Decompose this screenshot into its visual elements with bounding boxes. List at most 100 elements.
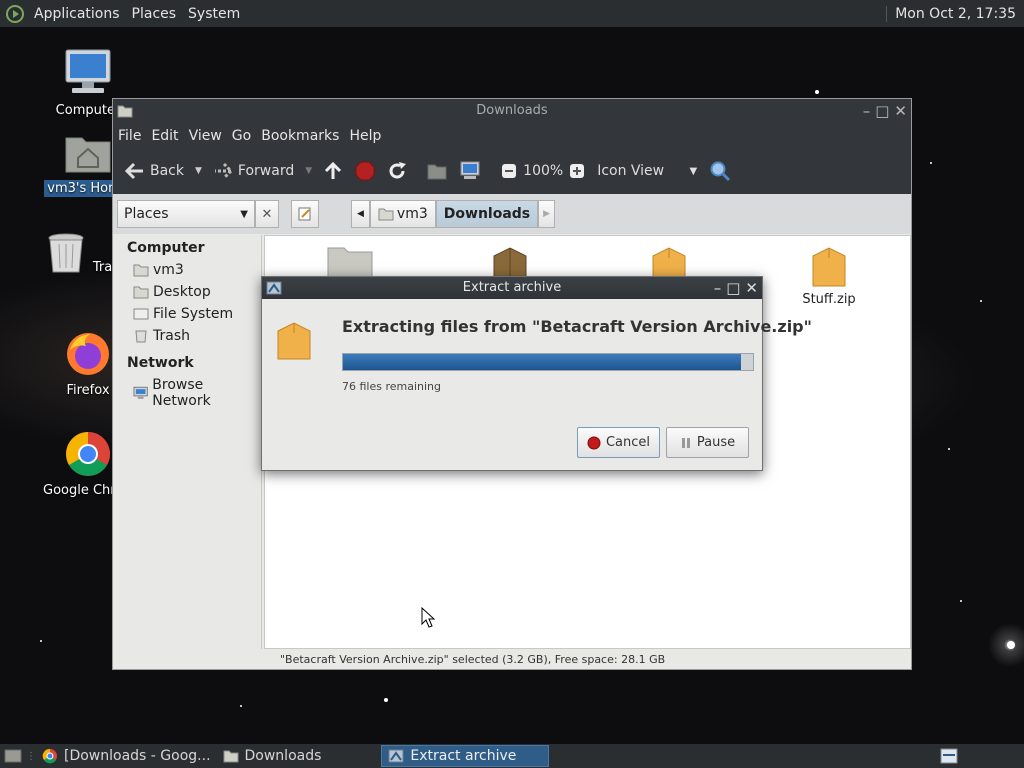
forward-label: Forward <box>237 163 295 179</box>
stop-icon <box>355 161 375 181</box>
cancel-button[interactable]: Cancel <box>577 427 660 458</box>
forward-button[interactable]: Forward <box>207 155 300 187</box>
trash-icon <box>135 330 147 343</box>
toolbar: Back ▼ Forward ▼ 100% Icon View ▼ <box>113 148 911 194</box>
status-bar: "Betacraft Version Archive.zip" selected… <box>280 653 666 666</box>
distro-logo-icon[interactable] <box>6 4 24 23</box>
zoom-out-button[interactable] <box>495 155 523 187</box>
taskbar-item-downloads[interactable]: Downloads <box>217 745 328 767</box>
sidebar-heading-network: Network <box>127 355 194 371</box>
sidebar-item-vm3[interactable]: vm3 <box>113 259 261 281</box>
desktop-folder-icon <box>133 286 149 299</box>
window-title: Downloads <box>476 103 548 118</box>
taskbar-item-label: [Downloads - Goog... <box>64 748 211 764</box>
menu-go[interactable]: Go <box>227 128 256 144</box>
system-menu[interactable]: System <box>182 6 246 22</box>
dialog-titlebar[interactable]: Extract archive – □ ✕ <box>262 277 762 299</box>
firefox-icon <box>67 333 109 375</box>
close-sidebar-button[interactable]: ✕ <box>255 200 279 228</box>
back-label: Back <box>150 163 184 179</box>
chevron-down-icon: ▼ <box>240 208 248 220</box>
home-folder-icon <box>378 208 394 221</box>
dialog-heading: Extracting files from "Betacraft Version… <box>342 317 812 336</box>
reload-button[interactable] <box>381 155 413 187</box>
taskbar-item-chrome[interactable]: [Downloads - Goog... <box>36 745 217 767</box>
window-titlebar[interactable]: Downloads – □ ✕ <box>113 99 911 124</box>
sidebar-item-file-system[interactable]: File System <box>113 303 261 325</box>
up-button[interactable] <box>317 155 349 187</box>
home-button[interactable] <box>421 155 453 187</box>
reload-icon <box>389 162 407 179</box>
workspace-switcher[interactable] <box>934 745 964 767</box>
breadcrumb-item-downloads[interactable]: Downloads <box>435 200 539 228</box>
computer-button[interactable] <box>453 155 487 187</box>
sidebar-item-desktop[interactable]: Desktop <box>113 281 261 303</box>
back-arrow-icon <box>125 162 143 180</box>
top-panel: Applications Places System Mon Oct 2, 17… <box>0 0 1024 27</box>
pause-button[interactable]: Pause <box>666 427 749 458</box>
workspace-icon <box>940 748 958 764</box>
breadcrumb: ◀ vm3 Downloads ▶ <box>351 200 556 228</box>
maximize-icon[interactable]: □ <box>875 99 889 123</box>
minimize-icon[interactable]: – <box>714 277 722 299</box>
back-button[interactable]: Back <box>119 155 190 187</box>
clock[interactable]: Mon Oct 2, 17:35 <box>886 5 1024 22</box>
folder-icon <box>327 247 373 281</box>
forward-history-dropdown[interactable]: ▼ <box>300 166 317 176</box>
breadcrumb-item-vm3[interactable]: vm3 <box>369 200 436 228</box>
sidebar-item-label: Trash <box>153 328 190 344</box>
places-menu[interactable]: Places <box>126 6 183 22</box>
show-desktop-icon <box>4 749 22 763</box>
extract-dialog: Extract archive – □ ✕ Extracting files f… <box>261 276 812 471</box>
menu-bookmarks[interactable]: Bookmarks <box>256 128 344 144</box>
pause-label: Pause <box>696 435 736 450</box>
sidebar-mode-label: Places <box>124 206 169 222</box>
edit-location-icon <box>298 207 311 221</box>
drive-icon <box>133 308 149 320</box>
breadcrumb-label: Downloads <box>443 206 531 222</box>
chrome-icon <box>42 748 57 764</box>
trash-icon <box>48 233 84 273</box>
sidebar-item-label: Desktop <box>153 284 211 300</box>
back-history-dropdown[interactable]: ▼ <box>190 166 207 176</box>
sidebar-item-label: File System <box>153 306 234 322</box>
show-desktop-button[interactable] <box>0 745 26 767</box>
taskbar-item-extract-archive[interactable]: Extract archive <box>381 745 550 767</box>
sidebar-mode-select[interactable]: Places ▼ <box>117 200 255 228</box>
home-folder-icon <box>65 137 111 173</box>
folder-icon <box>117 105 133 118</box>
applications-menu[interactable]: Applications <box>28 6 126 22</box>
menu-edit[interactable]: Edit <box>146 128 183 144</box>
sidebar-item-trash[interactable]: Trash <box>113 325 261 347</box>
archive-icon <box>277 322 311 360</box>
taskbar-separator: ⋮ <box>26 750 36 762</box>
menu-help[interactable]: Help <box>344 128 386 144</box>
pause-icon <box>681 437 690 448</box>
breadcrumb-left-arrow[interactable]: ◀ <box>351 200 370 228</box>
search-button[interactable] <box>703 155 737 187</box>
chevron-down-icon: ▼ <box>689 165 698 177</box>
zoom-in-button[interactable] <box>563 155 591 187</box>
location-bar: Places ▼ ✕ ◀ vm3 Downloads ▶ <box>113 194 911 234</box>
breadcrumb-right-arrow[interactable]: ▶ <box>538 200 556 228</box>
location-edit-button[interactable] <box>291 200 319 228</box>
up-arrow-icon <box>325 161 342 179</box>
home-folder-icon <box>133 264 149 277</box>
sidebar-item-browse-network[interactable]: Browse Network <box>113 374 261 412</box>
stop-button[interactable] <box>349 155 381 187</box>
network-icon <box>133 386 148 399</box>
file-name: Stuff.zip <box>802 292 856 307</box>
view-mode-select[interactable]: Icon View ▼ <box>591 155 703 187</box>
menu-file[interactable]: File <box>113 128 146 144</box>
minimize-icon[interactable]: – <box>863 99 871 123</box>
package-icon <box>493 247 527 279</box>
file-item[interactable]: Stuff.zip <box>779 244 879 307</box>
sidebar-item-label: vm3 <box>153 262 184 278</box>
close-icon[interactable]: ✕ <box>745 277 758 299</box>
maximize-icon[interactable]: □ <box>726 277 740 299</box>
chrome-icon <box>66 432 110 476</box>
close-icon: ✕ <box>261 206 273 222</box>
close-icon[interactable]: ✕ <box>894 99 907 123</box>
zoom-out-icon <box>502 164 517 178</box>
menu-view[interactable]: View <box>184 128 227 144</box>
